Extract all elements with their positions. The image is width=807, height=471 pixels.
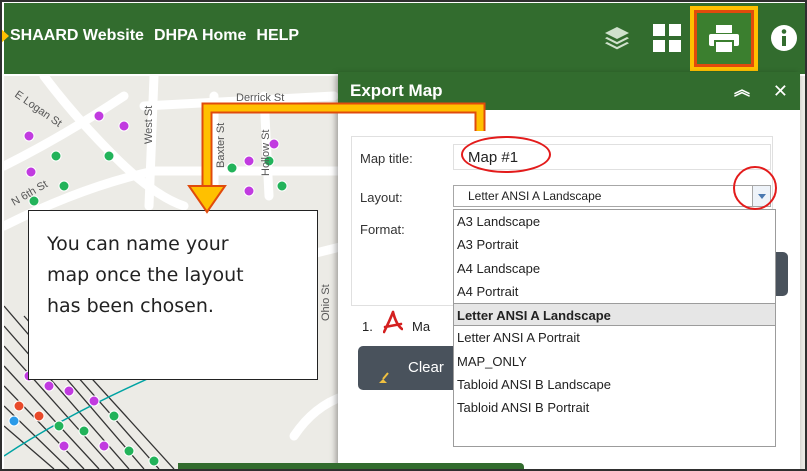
callout-line: You can name your [47, 233, 229, 255]
pdf-icon [382, 310, 404, 339]
layout-dropdown-list: A3 Landscape A3 Portrait A4 Landscape A4 Po… [453, 209, 776, 447]
arrow-pointer [0, 28, 9, 44]
map-feature-dot[interactable] [243, 185, 255, 197]
chevron-down-icon[interactable] [752, 186, 770, 206]
map-feature-dot[interactable] [226, 162, 238, 174]
map-feature-dot[interactable] [33, 410, 45, 422]
export-button[interactable] [774, 252, 788, 296]
street-label-derrick: Derrick St [236, 92, 284, 104]
grid-icon[interactable] [649, 20, 685, 56]
street-label-baxter: Baxter St [215, 123, 227, 168]
street-label-hollow: Hollow St [260, 130, 272, 176]
clear-button-label: Clear [408, 359, 444, 376]
result-index: 1. [362, 319, 373, 334]
layout-select[interactable]: Letter ANSI A Landscape [453, 185, 771, 207]
info-icon[interactable] [766, 20, 802, 56]
map-feature-dot[interactable] [50, 150, 62, 162]
street-label-west: West St [143, 106, 155, 144]
map-title-input[interactable]: Map #1 [453, 144, 771, 170]
map-feature-dot[interactable] [243, 155, 255, 167]
toolbar-links: SHAARD Website DHPA Home HELP [10, 27, 299, 45]
layout-option[interactable]: A3 Portrait [454, 233, 775, 256]
link-dhpa-home[interactable]: DHPA Home [154, 27, 246, 45]
bottom-panel-edge [178, 463, 524, 471]
clear-button[interactable]: Clear [358, 346, 458, 390]
layers-icon[interactable] [599, 20, 635, 56]
map-feature-dot[interactable] [58, 180, 70, 192]
map-feature-dot[interactable] [123, 445, 135, 457]
layout-option[interactable]: Letter ANSI A Portrait [454, 326, 775, 349]
layout-option[interactable]: A4 Landscape [454, 257, 775, 280]
map-feature-dot[interactable] [88, 395, 100, 407]
broom-icon [376, 360, 392, 404]
map-feature-dot[interactable] [8, 415, 20, 427]
map-feature-dot[interactable] [103, 150, 115, 162]
layout-option[interactable]: A4 Portrait [454, 280, 775, 303]
callout-line: map once the layout [47, 264, 244, 286]
map-feature-dot[interactable] [13, 400, 25, 412]
map-feature-dot[interactable] [148, 455, 160, 467]
callout-line: has been chosen. [47, 295, 214, 317]
layout-option[interactable]: MAP_ONLY [454, 350, 775, 373]
close-icon[interactable]: ✕ [773, 72, 788, 110]
map-feature-dot[interactable] [43, 380, 55, 392]
map-feature-dot[interactable] [25, 166, 37, 178]
result-filename: Ma [412, 319, 431, 334]
print-icon[interactable] [690, 6, 758, 71]
map-feature-dot[interactable] [58, 440, 70, 452]
layout-select-value: Letter ANSI A Landscape [468, 189, 602, 203]
map-feature-dot[interactable] [98, 440, 110, 452]
layout-option[interactable]: Tabloid ANSI B Landscape [454, 373, 775, 396]
panel-title: Export Map [350, 81, 443, 100]
link-shaard-website[interactable]: SHAARD Website [10, 27, 144, 45]
map-title-label: Map title: [360, 151, 413, 166]
map-feature-dot[interactable] [78, 425, 90, 437]
street-label-ohio: Ohio St [320, 284, 332, 321]
layout-label: Layout: [360, 190, 403, 205]
layout-option[interactable]: A3 Landscape [454, 210, 775, 233]
layout-option[interactable]: Letter ANSI A Landscape [454, 303, 775, 327]
map-feature-dot[interactable] [108, 410, 120, 422]
collapse-icon[interactable]: ︽ [734, 72, 750, 110]
map-feature-dot[interactable] [93, 110, 105, 122]
layout-option[interactable]: Tabloid ANSI B Portrait [454, 396, 775, 419]
map-feature-dot[interactable] [53, 420, 65, 432]
format-label: Format: [360, 222, 405, 237]
map-feature-dot[interactable] [276, 180, 288, 192]
panel-header: Export Map ︽ ✕ [338, 72, 800, 110]
map-feature-dot[interactable] [118, 120, 130, 132]
annotation-callout: You can name your map once the layout ha… [28, 210, 318, 380]
app-toolbar: SHAARD Website DHPA Home HELP [4, 3, 805, 74]
map-feature-dot[interactable] [63, 385, 75, 397]
map-feature-dot[interactable] [23, 130, 35, 142]
link-help[interactable]: HELP [256, 27, 299, 45]
